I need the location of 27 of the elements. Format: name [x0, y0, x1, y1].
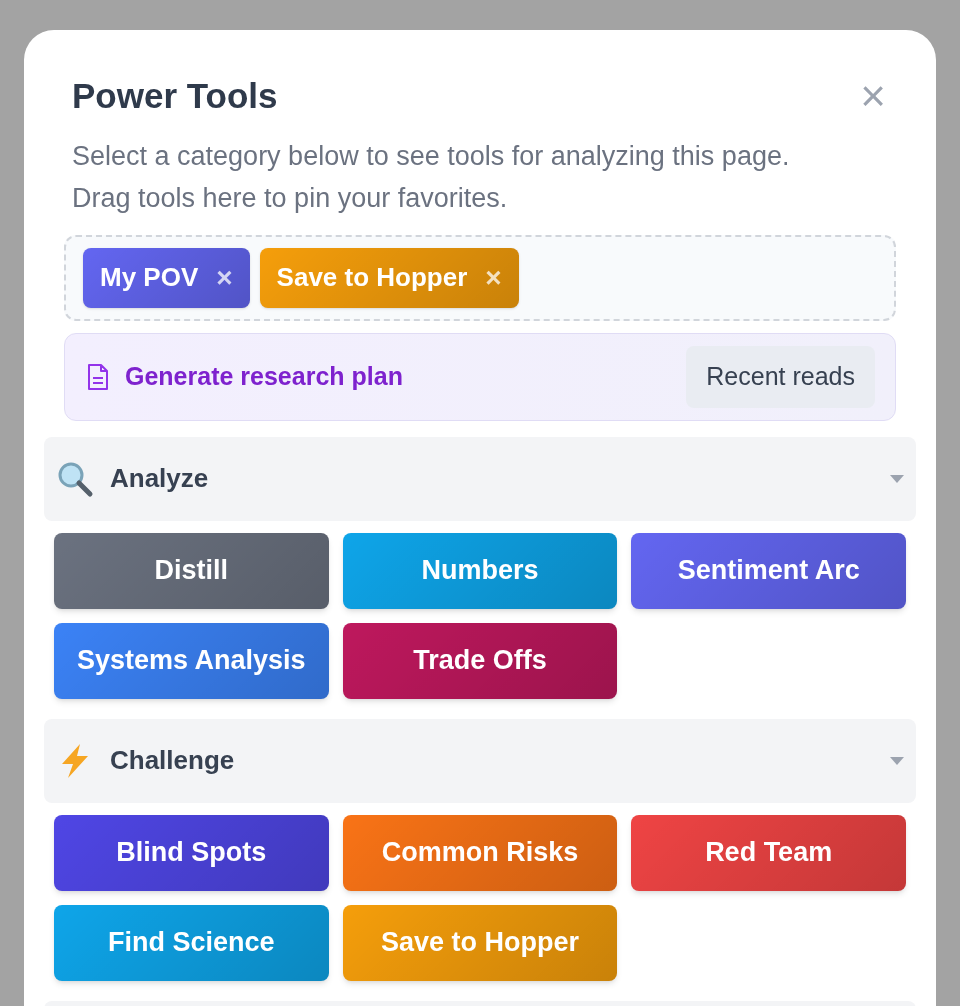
tool-button[interactable]: Find Science: [54, 904, 329, 981]
section-title: Challenge: [110, 744, 235, 777]
remove-button[interactable]: ×: [216, 263, 233, 292]
tool-button[interactable]: Red Team: [631, 814, 906, 891]
document-icon: [87, 362, 109, 391]
tool-button[interactable]: Save to Hopper: [342, 904, 618, 981]
close-button[interactable]: ×: [860, 74, 886, 119]
tool-button[interactable]: Numbers: [342, 532, 618, 609]
caret-icon: [890, 474, 904, 483]
pinned-chip[interactable]: My POV ×: [83, 247, 250, 308]
pinned-chip[interactable]: Save to Hopper ×: [259, 247, 519, 308]
tool-button[interactable]: Blind Spots: [54, 814, 329, 891]
chip-label: Save to Hopper: [276, 261, 468, 294]
tool-button[interactable]: Common Risks: [342, 814, 618, 891]
tool-button[interactable]: Systems Analysis: [54, 622, 329, 699]
dialog-description: Select a category below to see tools for analyzing this page. Drag tools here to pin your favorites.: [71, 139, 791, 215]
tool-button[interactable]: Distill: [54, 532, 329, 609]
section-title: Analyze: [110, 462, 209, 495]
chip-label: My POV: [100, 261, 199, 294]
caret-icon: [890, 756, 904, 765]
research-plan-link[interactable]: Generate research plan: [125, 357, 403, 396]
section-header[interactable]: Challenge: [44, 718, 916, 803]
tool-button[interactable]: Sentiment Arc: [631, 532, 906, 609]
dialog-title: Power Tools: [72, 75, 278, 117]
recent-reads-button[interactable]: Recent reads: [686, 345, 875, 408]
tool-button[interactable]: Trade Offs: [342, 622, 618, 699]
section-header[interactable]: Analyze: [44, 436, 916, 521]
